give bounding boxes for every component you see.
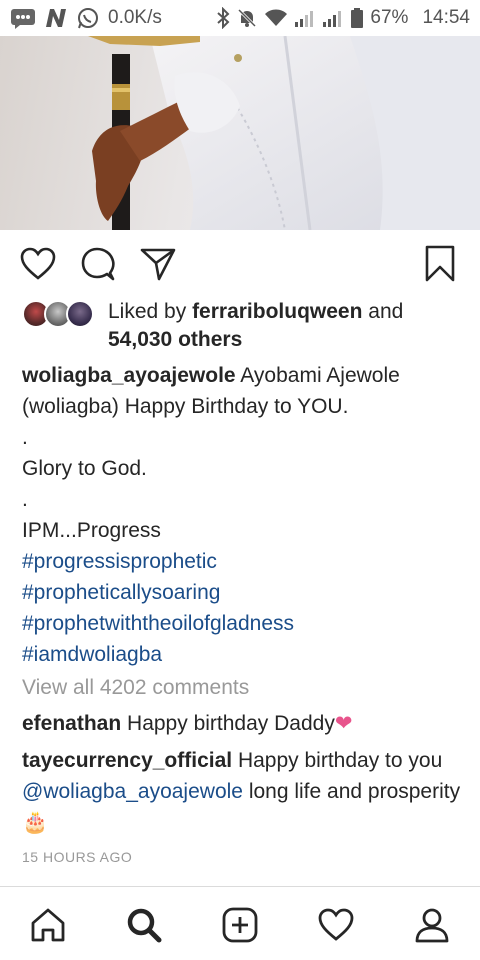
profile-icon[interactable] [410, 903, 454, 947]
caption-text: . [22, 488, 28, 511]
hashtag-link[interactable]: #prophetwiththeoilofgladness [22, 608, 462, 639]
status-bar: 0.0K/s 67% 14:54 [0, 0, 480, 36]
comment-icon[interactable] [78, 244, 118, 284]
post-timestamp: 15 HOURS AGO [22, 849, 133, 865]
caption-text: IPM...Progress [22, 519, 161, 542]
post-caption: woliagba_ayoajewole Ayobami Ajewole (wol… [22, 360, 462, 670]
comment-username[interactable]: efenathan [22, 712, 121, 735]
likes-count[interactable]: 54,030 others [108, 328, 242, 351]
bottom-navigation [0, 886, 480, 960]
hashtag-link[interactable]: #progressisprophetic [22, 546, 462, 577]
comment-text: Happy birthday to you [237, 749, 443, 772]
comment-text: Happy birthday Daddy [127, 712, 335, 735]
caption-username[interactable]: woliagba_ayoajewole [22, 364, 236, 387]
wifi-icon [264, 8, 288, 28]
caption-text: Glory to God. [22, 457, 147, 480]
activity-icon[interactable] [314, 903, 358, 947]
post-photo[interactable] [0, 36, 480, 230]
list-item: tayecurrency_official Happy birthday to … [22, 745, 462, 838]
battery-level: 67% [370, 7, 409, 28]
message-icon [10, 7, 36, 29]
clock: 14:54 [422, 7, 470, 28]
post-action-bar [0, 240, 480, 290]
liker-username[interactable]: ferrariboluqween [192, 300, 362, 323]
cake-emoji-icon: 🎂 [22, 811, 49, 834]
likes-conjunction: and [368, 300, 404, 323]
likes-section: Liked by ferrariboluqween and 54,030 oth… [22, 298, 462, 354]
battery-icon [350, 7, 364, 29]
n-app-icon [44, 7, 68, 29]
new-post-icon[interactable] [218, 903, 262, 947]
view-all-comments-link[interactable]: View all 4202 comments [22, 676, 249, 700]
signal-2-icon [322, 8, 344, 28]
bluetooth-icon [216, 7, 230, 29]
mute-bell-icon [236, 7, 258, 29]
whatsapp-icon [76, 6, 100, 30]
hashtag-link[interactable]: #propheticallysoaring [22, 577, 462, 608]
heart-emoji-icon: ❤ [334, 712, 353, 735]
home-icon[interactable] [26, 903, 70, 947]
likes-text[interactable]: Liked by ferrariboluqween and 54,030 oth… [108, 298, 462, 354]
search-icon[interactable] [122, 903, 166, 947]
share-icon[interactable] [138, 244, 178, 284]
caption-text: Ayobami Ajewole [240, 364, 400, 387]
avatar[interactable] [66, 300, 94, 328]
heart-icon[interactable] [18, 244, 58, 284]
mention-link[interactable]: @woliagba_ayoajewole [22, 780, 243, 803]
liker-avatars [22, 300, 98, 330]
caption-text: (woliagba) Happy Birthday to YOU. [22, 395, 349, 418]
comment-text: long life and prosperity [248, 780, 461, 803]
signal-1-icon [294, 8, 316, 28]
list-item: efenathan Happy birthday Daddy❤ [22, 708, 462, 739]
bookmark-icon[interactable] [420, 244, 460, 284]
caption-text: . [22, 426, 28, 449]
network-speed: 0.0K/s [108, 7, 162, 28]
hashtag-link[interactable]: #iamdwoliagba [22, 639, 462, 670]
comment-username[interactable]: tayecurrency_official [22, 749, 232, 772]
likes-prefix: Liked by [108, 300, 187, 323]
comments-list: efenathan Happy birthday Daddy❤ tayecurr… [22, 708, 462, 838]
